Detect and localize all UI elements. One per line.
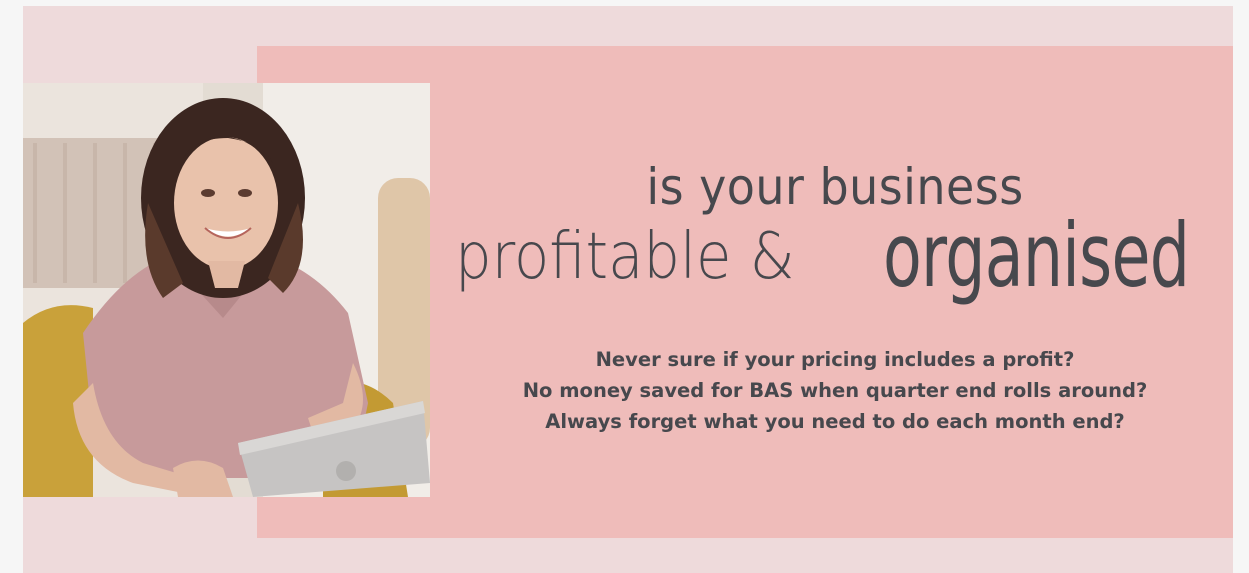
headline-organised: organised — [883, 204, 1190, 307]
headline-line-2: profitable & organised — [455, 204, 1225, 312]
headline-profitable: profitable & — [455, 220, 795, 294]
woman-with-laptop-photo — [23, 83, 430, 497]
question-line: Never sure if your pricing includes a pr… — [595, 348, 1075, 371]
question-line: No money saved for BAS when quarter end … — [522, 379, 1148, 402]
question-line: Always forget what you need to do each m… — [545, 410, 1125, 433]
questions-block: Never sure if your pricing includes a pr… — [440, 344, 1230, 437]
